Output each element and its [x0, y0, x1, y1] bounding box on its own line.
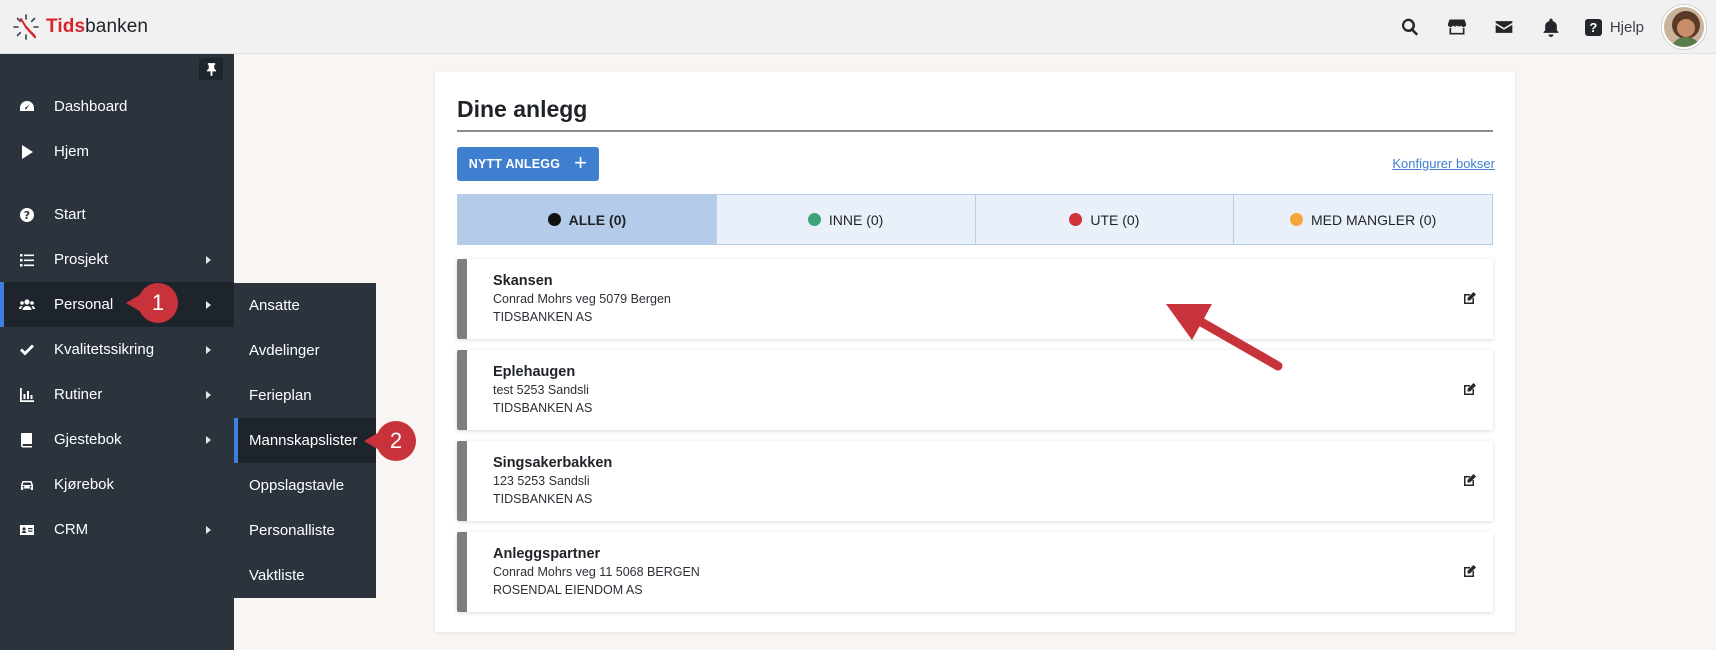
submenu-item-ansatte[interactable]: Ansatte	[234, 283, 376, 328]
callout-number: 1	[138, 283, 178, 323]
plus-icon: +	[574, 150, 588, 175]
bell-icon[interactable]	[1528, 0, 1575, 54]
users-icon	[18, 296, 36, 314]
personal-submenu: Ansatte Avdelinger Ferieplan Mannskapsli…	[234, 283, 376, 598]
status-dot-icon	[807, 213, 821, 226]
site-name: Eplehaugen	[493, 364, 576, 380]
chevron-right-icon	[206, 255, 211, 264]
title-divider	[457, 130, 1493, 132]
tab-inne[interactable]: INNE (0)	[715, 195, 975, 244]
new-anlegg-button[interactable]: NYTT ANLEGG +	[457, 147, 599, 181]
chevron-right-icon	[206, 525, 211, 534]
status-dot-icon	[547, 213, 561, 226]
site-address: Conrad Mohrs veg 5079 Bergen	[493, 292, 671, 306]
site-name: Singsakerbakken	[493, 455, 613, 471]
sidebar-item-rutiner[interactable]: Rutiner	[0, 372, 234, 417]
id-card-icon	[18, 521, 36, 539]
sidebar: Dashboard Hjem ? Start Prosjekt Personal…	[0, 54, 234, 650]
site-org: ROSENDAL EIENDOM AS	[493, 583, 643, 597]
play-icon	[18, 143, 36, 161]
chevron-right-icon	[206, 435, 211, 444]
avatar[interactable]	[1662, 5, 1706, 49]
callout-badge-1: 1	[126, 283, 178, 323]
edit-icon[interactable]	[1463, 564, 1477, 578]
edit-icon[interactable]	[1463, 291, 1477, 305]
status-dot-icon	[1069, 213, 1083, 226]
annotation-arrow-icon	[1166, 304, 1283, 371]
site-status-bar	[457, 441, 467, 521]
dashboard-icon	[18, 98, 36, 116]
logo[interactable]: Tidsbanken	[12, 12, 148, 42]
site-name: Skansen	[493, 273, 553, 289]
site-card[interactable]: Singsakerbakken 123 5253 Sandsli TIDSBAN…	[457, 441, 1493, 521]
callout-number: 2	[376, 421, 416, 461]
pin-icon[interactable]	[199, 58, 223, 80]
callout-badge-2: 2	[364, 421, 416, 461]
book-icon	[18, 431, 36, 449]
help-button[interactable]: ? Hjelp	[1575, 18, 1662, 36]
page-title: Dine anlegg	[457, 96, 588, 122]
site-card[interactable]: Eplehaugen test 5253 Sandsli TIDSBANKEN …	[457, 350, 1493, 430]
tab-alle[interactable]: ALLE (0)	[458, 195, 716, 244]
status-dot-icon	[1290, 213, 1303, 226]
submenu-item-vaktliste[interactable]: Vaktliste	[234, 553, 376, 598]
status-tabs: ALLE (0) INNE (0) UTE (0) MED MANGLER (0…	[457, 194, 1493, 245]
help-icon: ?	[1584, 18, 1602, 36]
site-card[interactable]: Anleggspartner Conrad Mohrs veg 11 5068 …	[457, 532, 1493, 612]
submenu-item-oppslagstavle[interactable]: Oppslagstavle	[234, 463, 376, 508]
chevron-right-icon	[206, 390, 211, 399]
chart-icon	[18, 386, 36, 404]
site-card[interactable]: Skansen Conrad Mohrs veg 5079 Bergen TID…	[457, 259, 1493, 339]
sidebar-item-prosjekt[interactable]: Prosjekt	[0, 237, 234, 282]
store-icon[interactable]	[1434, 0, 1481, 54]
site-address: Conrad Mohrs veg 11 5068 BERGEN	[493, 565, 700, 579]
site-status-bar	[457, 532, 467, 612]
submenu-item-mannskapslister[interactable]: Mannskapslister	[234, 418, 376, 463]
site-org: TIDSBANKEN AS	[493, 492, 593, 506]
site-org: TIDSBANKEN AS	[493, 310, 593, 324]
search-icon[interactable]	[1387, 0, 1434, 54]
site-address: test 5253 Sandsli	[493, 383, 589, 397]
chevron-right-icon	[206, 300, 211, 309]
chevron-right-icon	[206, 345, 211, 354]
sidebar-item-hjem[interactable]: Hjem	[0, 129, 234, 174]
site-status-bar	[457, 259, 467, 339]
sidebar-item-dashboard[interactable]: Dashboard	[0, 84, 234, 129]
edit-icon[interactable]	[1463, 473, 1477, 487]
submenu-item-personalliste[interactable]: Personalliste	[234, 508, 376, 553]
configure-boxes-link[interactable]: Konfigurer bokser	[1392, 156, 1495, 171]
logo-text: Tidsbanken	[46, 16, 149, 37]
site-address: 123 5253 Sandsli	[493, 474, 590, 488]
sidebar-item-start[interactable]: ? Start	[0, 192, 234, 237]
anlegg-card: Dine anlegg NYTT ANLEGG + Konfigurer bok…	[435, 72, 1515, 632]
new-anlegg-label: NYTT ANLEGG	[468, 157, 561, 171]
tab-med-mangler[interactable]: MED MANGLER (0)	[1233, 195, 1492, 244]
sidebar-item-personal[interactable]: Personal	[0, 282, 234, 327]
logo-mark-icon	[13, 14, 39, 40]
sidebar-item-kvalitetssikring[interactable]: Kvalitetssikring	[0, 327, 234, 372]
sidebar-item-crm[interactable]: CRM	[0, 507, 234, 552]
site-name: Anleggspartner	[493, 546, 601, 562]
site-status-bar	[457, 350, 467, 430]
edit-icon[interactable]	[1463, 382, 1477, 396]
mail-icon[interactable]	[1481, 0, 1528, 54]
list-icon	[18, 251, 36, 269]
sidebar-item-kjorebok[interactable]: Kjørebok	[0, 462, 234, 507]
help-label: Hjelp	[1609, 18, 1644, 36]
site-org: TIDSBANKEN AS	[493, 401, 593, 415]
check-icon	[18, 341, 36, 359]
tab-ute[interactable]: UTE (0)	[974, 195, 1234, 244]
submenu-item-ferieplan[interactable]: Ferieplan	[234, 373, 376, 418]
svg-text:?: ?	[24, 209, 30, 222]
car-icon	[18, 476, 36, 494]
top-bar: Tidsbanken ? Hjelp	[0, 0, 1716, 54]
submenu-item-avdelinger[interactable]: Avdelinger	[234, 328, 376, 373]
sidebar-item-gjestebok[interactable]: Gjestebok	[0, 417, 234, 462]
question-circle-icon: ?	[18, 206, 36, 224]
